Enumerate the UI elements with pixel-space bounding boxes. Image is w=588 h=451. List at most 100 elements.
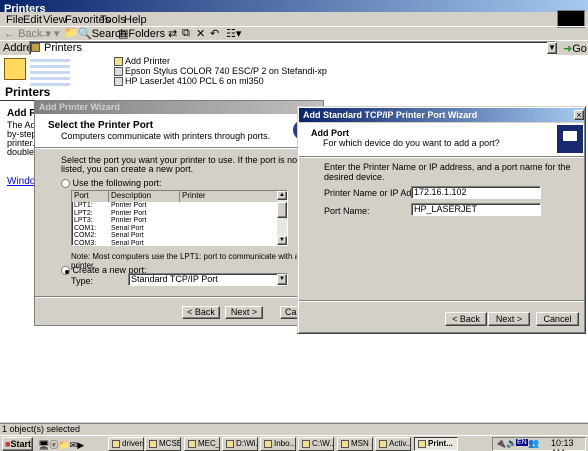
menu-help[interactable]: Help bbox=[124, 14, 147, 26]
taskbar-button[interactable]: D:\Wi... bbox=[222, 437, 258, 451]
mediaplayer-icon[interactable]: ▶ bbox=[77, 440, 84, 450]
taskbar-button[interactable]: C:\W... bbox=[298, 437, 334, 451]
taskbar-app-icon bbox=[149, 439, 157, 448]
table-cell: LPT3: bbox=[74, 217, 93, 224]
taskbar-button-label: D:\Wi... bbox=[236, 439, 258, 448]
address-input[interactable]: Printers bbox=[29, 41, 556, 55]
table-cell: Serial Port bbox=[111, 224, 144, 232]
port-list[interactable]: Port Description Printer LPT1: Printer Po… bbox=[71, 190, 288, 246]
views-icon[interactable]: ☷▾ bbox=[226, 27, 241, 40]
menu-bar: File Edit View Favorites Tools Help bbox=[0, 12, 588, 26]
folder-icon bbox=[31, 43, 40, 52]
copy-to-icon[interactable]: ⧉ bbox=[182, 27, 190, 40]
table-row[interactable]: LPT2: Printer Port bbox=[72, 210, 287, 218]
table-cell: COM1: bbox=[74, 224, 97, 232]
table-cell: Serial Port bbox=[111, 239, 144, 246]
taskbar-button-label: MSN ... bbox=[351, 439, 372, 448]
taskbar-button-label: Print... bbox=[428, 439, 453, 448]
taskbar-button[interactable]: drivers bbox=[108, 437, 144, 451]
tray-messenger-icon[interactable]: 👥 bbox=[528, 438, 539, 449]
taskbar-button[interactable]: MSN ... bbox=[337, 437, 373, 451]
taskbar-app-icon bbox=[188, 439, 196, 448]
taskbar-button[interactable]: Activ... bbox=[375, 437, 411, 451]
folders-button[interactable]: ▤Folders bbox=[118, 27, 165, 40]
taskbar: ■Start 🖥ⓔ📁✉▶ drivers MCSE... MEC_... D:\Wi.… bbox=[0, 435, 588, 451]
column-header[interactable]: Printer bbox=[180, 191, 287, 202]
undo-icon[interactable]: ↶ bbox=[210, 27, 219, 40]
start-button[interactable]: ■Start bbox=[2, 437, 33, 451]
port-type-value: Standard TCP/IP Port bbox=[131, 274, 218, 284]
tcpip-next-button[interactable]: Next > bbox=[488, 312, 530, 326]
table-row[interactable]: COM2: Serial Port bbox=[72, 232, 287, 240]
taskbar-app-icon bbox=[341, 439, 349, 448]
port-type-dropdown-button[interactable]: ▼ bbox=[277, 274, 287, 285]
address-dropdown-button[interactable]: ▼ bbox=[547, 42, 557, 54]
wizard-next-button[interactable]: Next > bbox=[225, 306, 263, 319]
use-following-option[interactable]: Use the following port: bbox=[61, 178, 162, 189]
status-bar: 1 object(s) selected bbox=[0, 423, 588, 435]
tcpip-back-button[interactable]: < Back bbox=[445, 312, 487, 326]
tcpip-wizard: Add Standard TCP/IP Printer Port Wizard … bbox=[297, 106, 586, 334]
divider bbox=[35, 147, 323, 149]
go-button[interactable]: ➜Go bbox=[563, 42, 587, 55]
port-name-input[interactable]: HP_LASERJET bbox=[411, 203, 541, 216]
printer-graphic-paper bbox=[563, 131, 577, 141]
taskbar-button[interactable]: MCSE... bbox=[145, 437, 181, 451]
column-header[interactable]: Description bbox=[109, 191, 180, 202]
wizard-title-bar: Add Printer Wizard bbox=[35, 101, 323, 114]
menu-view[interactable]: View bbox=[43, 14, 67, 26]
type-label: Type: bbox=[71, 276, 94, 286]
taskbar-button[interactable]: MEC_... bbox=[184, 437, 220, 451]
tray-network-icon[interactable]: 🔌 bbox=[495, 438, 506, 449]
clock[interactable]: 10:13 AM bbox=[551, 438, 585, 451]
move-to-icon[interactable]: ⇄ bbox=[168, 27, 177, 40]
list-item-add-printer[interactable]: Add Printer bbox=[114, 56, 327, 67]
tcpip-cancel-button[interactable]: Cancel bbox=[536, 312, 579, 326]
scroll-thumb[interactable] bbox=[277, 202, 287, 218]
menu-file[interactable]: File bbox=[6, 14, 24, 26]
list-item-printer[interactable]: Epson Stylus COLOR 740 ESC/P 2 on Stefan… bbox=[114, 66, 327, 77]
desktop-icon[interactable]: 🖥 bbox=[38, 440, 49, 450]
tcpip-close-button[interactable]: × bbox=[574, 110, 584, 120]
create-new-radio[interactable] bbox=[61, 266, 70, 276]
wizard-heading: Select the Printer Port bbox=[48, 120, 154, 131]
explorer-icon[interactable]: 📁 bbox=[58, 440, 69, 450]
scroll-down-button[interactable]: ▼ bbox=[277, 236, 287, 245]
language-indicator[interactable]: EN bbox=[516, 439, 528, 446]
forward-button[interactable]: → ▾ bbox=[40, 27, 60, 40]
divider bbox=[35, 296, 323, 298]
tcpip-subheading: For which device do you want to add a po… bbox=[323, 138, 500, 148]
item-label: Add Printer bbox=[125, 56, 171, 66]
add-printer-icon bbox=[114, 57, 123, 67]
table-row[interactable]: COM3: Serial Port bbox=[72, 239, 287, 246]
scroll-up-button[interactable]: ▲ bbox=[277, 191, 287, 200]
taskbar-app-icon bbox=[379, 439, 387, 448]
port-type-select[interactable]: Standard TCP/IP Port ▼ bbox=[128, 273, 288, 286]
taskbar-button[interactable]: Inbo... bbox=[260, 437, 296, 451]
menu-edit[interactable]: Edit bbox=[23, 14, 42, 26]
up-folder-icon[interactable]: 📁 bbox=[64, 26, 78, 39]
taskbar-button-label: C:\W... bbox=[312, 439, 334, 448]
quick-launch: 🖥ⓔ📁✉▶ bbox=[38, 438, 84, 451]
table-row[interactable]: LPT3: Printer Port bbox=[72, 217, 287, 225]
tcpip-heading: Add Port bbox=[311, 128, 349, 138]
taskbar-button[interactable]: Print... bbox=[414, 437, 458, 451]
ip-address-input[interactable]: 172.16.1.102 bbox=[411, 186, 541, 199]
wizard-back-button[interactable]: < Back bbox=[182, 306, 220, 319]
list-item-printer[interactable]: HP LaserJet 4100 PCL 6 on ml350 bbox=[114, 76, 327, 87]
taskbar-app-icon bbox=[264, 439, 272, 448]
port-list-scrollbar[interactable]: ▲ ▼ bbox=[277, 191, 287, 245]
wizard-instructions: Select the port you want your printer to… bbox=[61, 155, 300, 174]
table-cell bbox=[180, 240, 287, 246]
menu-tools[interactable]: Tools bbox=[100, 14, 126, 26]
printer-icon bbox=[114, 77, 123, 87]
table-row[interactable]: COM1: Serial Port bbox=[72, 225, 287, 233]
port-name-label: Port Name: bbox=[324, 206, 370, 216]
column-header[interactable]: Port bbox=[72, 191, 109, 202]
taskbar-button-label: Activ... bbox=[389, 439, 411, 448]
table-row[interactable]: LPT1: Printer Port bbox=[72, 202, 287, 210]
use-following-radio[interactable] bbox=[61, 179, 70, 189]
folders-label: Folders bbox=[128, 28, 166, 40]
tcpip-title-bar: Add Standard TCP/IP Printer Port Wizard bbox=[299, 108, 584, 122]
delete-icon[interactable]: ✕ bbox=[196, 27, 205, 40]
